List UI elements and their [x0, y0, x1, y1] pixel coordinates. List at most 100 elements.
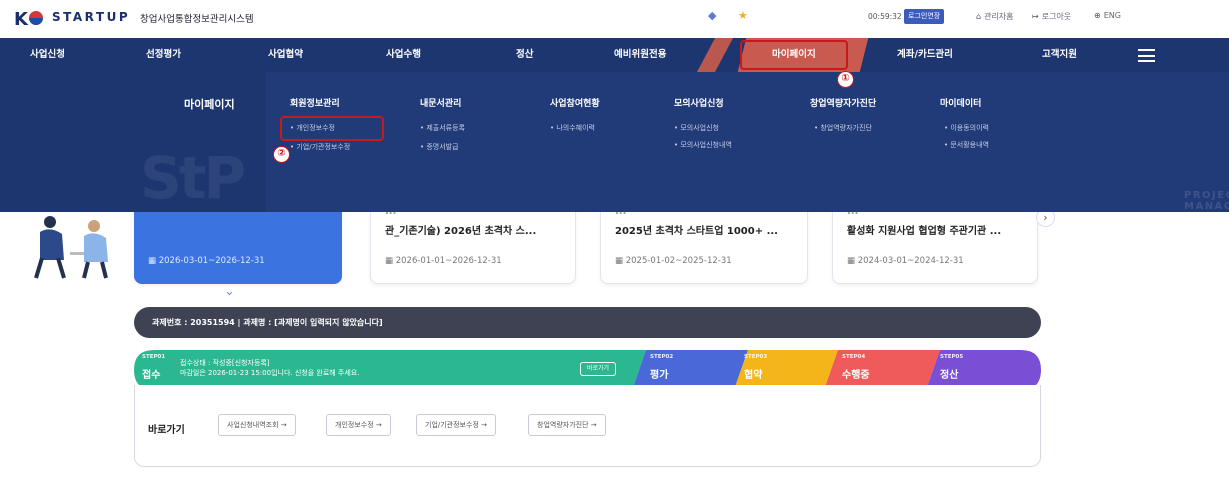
hamburger-menu-icon[interactable]: [1138, 49, 1155, 62]
receipt-status: 접수상태 : 작성중[신청자등록] 마감일은 2026-01-23 15:00입…: [180, 358, 359, 378]
calendar-icon: ▦: [847, 256, 858, 266]
step-number: STEP03: [744, 354, 768, 360]
pms-watermark: PROJECT MANAGEMENT SYSTEM: [1184, 190, 1229, 223]
nav-item-agreement[interactable]: 사업협약: [268, 38, 303, 72]
step-settlement[interactable]: STEP05 정산: [940, 350, 1040, 390]
menu-col-member-info[interactable]: 회원정보관리: [290, 96, 340, 109]
step-number: STEP05: [940, 354, 964, 360]
menu-item-submit-documents[interactable]: 제출서류등록: [420, 123, 465, 133]
nav-item-account-card[interactable]: 계좌/카드관리: [897, 38, 953, 72]
language-label: ENG: [1103, 11, 1121, 20]
logout-icon: ↦: [1032, 12, 1039, 21]
task-info-bar: 과제번호 : 20351594 | 과제명 : [과제명이 입력되지 않았습니다…: [134, 307, 1041, 338]
nav-item-evaluation[interactable]: 선정평가: [146, 38, 181, 72]
logout-label: 로그아웃: [1041, 12, 1072, 21]
people-illustration: [34, 216, 108, 279]
step-execution[interactable]: STEP04 수행중: [842, 350, 926, 390]
project-card-title: 활성화 지원사업 협업형 주관기관 ...: [847, 226, 1002, 237]
project-card-dates-text: 2025-01-02~2025-12-31: [625, 256, 732, 266]
svg-text:K: K: [14, 9, 29, 28]
admin-home-link[interactable]: ⌂ 관리자홈: [976, 11, 1014, 22]
menu-col-mock-application[interactable]: 모의사업신청: [674, 96, 724, 109]
project-card-dates: ▦ 2024-03-01~2024-12-31: [847, 256, 964, 266]
receipt-status-text: 접수상태 : 작성중[신청자등록]: [180, 359, 270, 367]
step-number: STEP02: [650, 354, 674, 360]
home-icon: ⌂: [976, 12, 982, 21]
mega-menu-columns: PROJECT MANAGEMENT SYSTEM 회원정보관리 개인정보수정 …: [266, 72, 1229, 223]
receipt-shortcut-button[interactable]: 바로가기: [580, 362, 617, 376]
nav-item-apply[interactable]: 사업신청: [30, 38, 65, 72]
system-name: 창업사업통합정보관리시스템: [140, 14, 254, 25]
nav-item-execution[interactable]: 사업수행: [386, 38, 421, 72]
menu-item-certificate-issue[interactable]: 증명서발급: [420, 142, 458, 152]
admin-home-label: 관리자홈: [984, 12, 1014, 21]
mega-menu-title: 마이페이지: [184, 98, 235, 111]
nav-deco-stripe: [696, 38, 734, 72]
menu-col-mydata[interactable]: 마이데이터: [940, 96, 981, 109]
menu-col-my-documents[interactable]: 내문서관리: [420, 96, 461, 109]
menu-item-mock-history[interactable]: 모의사업신청내역: [674, 140, 732, 150]
project-card-dates: ▦ 2026-03-01~2026-12-31: [148, 256, 265, 266]
project-card[interactable]: ... 2025년 초격차 스타트업 1000+ ... ▦ 2025-01-0…: [600, 206, 808, 284]
quick-personal-info-button[interactable]: 개인정보수정 →: [326, 414, 391, 436]
notification-icon[interactable]: ◆: [708, 9, 716, 22]
nav-item-reserve-committee[interactable]: 예비위원전용: [614, 38, 666, 72]
menu-item-edit-company-info[interactable]: 기업/기관정보수정: [290, 142, 350, 152]
quick-company-info-button[interactable]: 기업/기관정보수정 →: [416, 414, 496, 436]
step-agreement[interactable]: STEP03 협약: [744, 350, 824, 390]
project-card-title: 관_기존기술) 2026년 초격차 스...: [385, 226, 537, 237]
step-number: STEP04: [842, 354, 866, 360]
project-card-dates: ▦ 2025-01-02~2025-12-31: [615, 256, 732, 266]
step-name: 정산: [940, 370, 959, 381]
project-card-dates-text: 2024-03-01~2024-12-31: [857, 256, 964, 266]
mega-menu-side: 마이페이지 StP: [0, 72, 266, 212]
menu-col-self-diagnosis[interactable]: 창업역량자가진단: [810, 96, 876, 109]
annotation-number-one: ①: [837, 71, 854, 88]
menu-item-benefit-history[interactable]: 나의수혜이력: [550, 123, 595, 133]
menu-item-mock-apply[interactable]: 모의사업신청: [674, 123, 719, 133]
chevron-right-icon: ›: [1043, 211, 1048, 224]
annotation-box-personal-info: [280, 116, 384, 141]
project-card-dates: ▦ 2026-01-01~2026-12-31: [385, 256, 502, 266]
step-receipt: STEP01 접수 접수상태 : 작성중[신청자등록] 마감일은 2026-01…: [134, 350, 632, 390]
stp-watermark: StP: [140, 144, 246, 212]
logo-k-icon: K: [14, 9, 43, 28]
menu-col-participation[interactable]: 사업참여현황: [550, 96, 600, 109]
step-strip: STEP01 접수 접수상태 : 작성중[신청자등록] 마감일은 2026-01…: [134, 350, 1041, 390]
step-name: 평가: [650, 370, 669, 381]
step-number: STEP01: [142, 354, 166, 360]
nav-item-support[interactable]: 고객지원: [1042, 38, 1077, 72]
top-bar: K STARTUP 창업사업통합정보관리시스템 ◆ ★ 00:59:32 로그인…: [0, 0, 1229, 38]
mypage-mega-menu: 마이페이지 StP PROJECT MANAGEMENT SYSTEM 회원정보…: [0, 72, 1229, 223]
menu-item-document-usage[interactable]: 문서활용내역: [944, 140, 989, 150]
nav-item-settlement[interactable]: 정산: [516, 38, 533, 72]
logout-link[interactable]: ↦ 로그아웃: [1032, 11, 1071, 22]
project-card[interactable]: ... 관_기존기술) 2026년 초격차 스... ▦ 2026-01-01~…: [370, 206, 576, 284]
quick-self-diagnosis-button[interactable]: 창업역량자가진단 →: [528, 414, 606, 436]
quick-application-history-button[interactable]: 사업신청내역조회 →: [218, 414, 296, 436]
project-card[interactable]: ... 활성화 지원사업 협업형 주관기관 ... ▦ 2024-03-01~2…: [832, 206, 1038, 284]
annotation-number-two: ②: [273, 146, 290, 163]
chevron-down-icon: ⌄: [224, 284, 235, 299]
language-link[interactable]: ⊕ ENG: [1094, 11, 1121, 20]
step-name: 접수: [142, 370, 161, 381]
project-card-title: 2025년 초격차 스타트업 1000+ ...: [615, 226, 778, 237]
calendar-icon: ▦: [385, 256, 396, 266]
calendar-icon: ▦: [615, 256, 626, 266]
globe-icon: ⊕: [1094, 11, 1101, 20]
step-name: 협약: [744, 370, 763, 381]
step-name: 수행중: [842, 370, 870, 381]
star-icon[interactable]: ★: [738, 9, 748, 22]
menu-item-consent-history[interactable]: 이용동의이력: [944, 123, 989, 133]
annotation-box-mypage: [740, 40, 848, 70]
receipt-deadline-text: 마감일은 2026-01-23 15:00입니다. 신청을 완료해 주세요.: [180, 369, 360, 377]
menu-item-self-diagnosis[interactable]: 창업역량자가진단: [814, 123, 872, 133]
project-card[interactable]: ▦ 2026-03-01~2026-12-31: [134, 212, 342, 284]
logo-text[interactable]: STARTUP: [52, 10, 130, 24]
main-nav: 사업신청 선정평가 사업협약 사업수행 정산 예비위원전용 마이페이지 계좌/카…: [0, 38, 1229, 72]
session-timer: 00:59:32: [868, 12, 902, 21]
login-extend-button[interactable]: 로그인연장: [904, 9, 945, 24]
calendar-icon: ▦: [148, 256, 159, 266]
step-evaluation[interactable]: STEP02 평가: [646, 350, 734, 390]
project-card-dates-text: 2026-01-01~2026-12-31: [395, 256, 502, 266]
